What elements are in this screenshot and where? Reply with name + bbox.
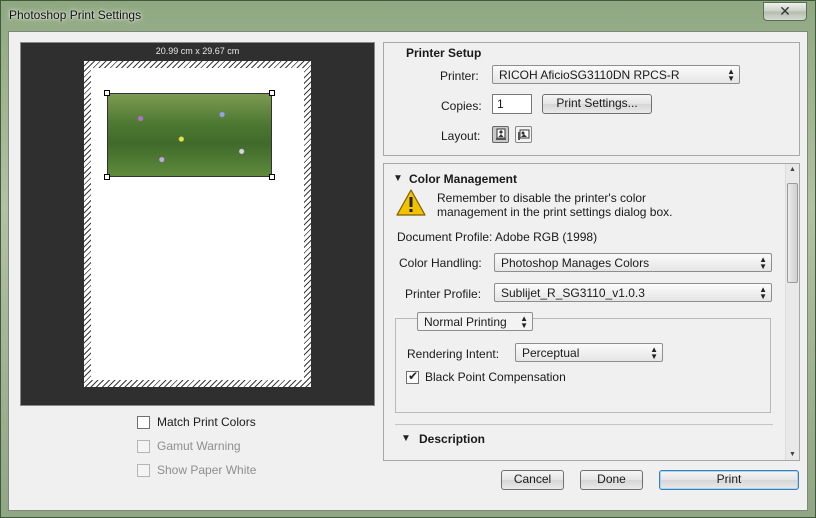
printer-select[interactable]: RICOH AficioSG3110DN RPCS-R ▲ ▼: [492, 65, 740, 84]
resize-handle-tl[interactable]: [104, 90, 110, 96]
scroll-up-icon[interactable]: ▲: [789, 166, 796, 173]
printer-label: Printer:: [440, 69, 479, 83]
color-handling-select[interactable]: Photoshop Manages Colors ▲ ▼: [494, 253, 772, 272]
image-preview[interactable]: [107, 93, 272, 177]
show-paper-white-checkbox: [137, 463, 150, 477]
black-point-label: Black Point Compensation: [425, 370, 566, 384]
print-preview: 20.99 cm x 29.67 cm: [20, 42, 375, 406]
gamut-warning-option: Gamut Warning: [137, 439, 241, 453]
rendering-intent-value: Perceptual: [522, 346, 580, 360]
updown-arrow-icon: ▲ ▼: [650, 345, 658, 361]
updown-arrow-icon: ▲ ▼: [727, 67, 735, 83]
collapse-triangle-icon[interactable]: ▼: [393, 173, 403, 184]
description-title[interactable]: Description: [419, 432, 485, 446]
layout-landscape-button[interactable]: [515, 126, 532, 143]
updown-arrow-icon: ▲ ▼: [520, 314, 528, 330]
checkmark-icon: ✔: [408, 368, 419, 383]
show-paper-white-label: Show Paper White: [157, 463, 257, 477]
cancel-button[interactable]: Cancel: [501, 470, 564, 490]
collapse-triangle-icon[interactable]: ▼: [401, 433, 411, 444]
warning-text-line2: management in the print settings dialog …: [437, 205, 673, 219]
resize-handle-tr[interactable]: [269, 90, 275, 96]
color-handling-value: Photoshop Manages Colors: [501, 256, 650, 270]
landscape-icon: [518, 129, 530, 140]
layout-portrait-button[interactable]: [492, 126, 509, 143]
match-print-colors-option[interactable]: Match Print Colors: [137, 415, 256, 429]
resize-handle-bl[interactable]: [104, 174, 110, 180]
color-management-panel[interactable]: ▼ Color Management Remember to disable t…: [383, 163, 800, 461]
print-mode-select[interactable]: Normal Printing ▲ ▼: [417, 312, 533, 331]
match-print-colors-checkbox[interactable]: [137, 415, 150, 429]
warning-icon: [396, 189, 426, 216]
black-point-option[interactable]: ✔ Black Point Compensation: [406, 368, 566, 384]
window-title: Photoshop Print Settings: [9, 8, 142, 22]
updown-arrow-icon: ▲ ▼: [759, 285, 767, 301]
rendering-intent-label: Rendering Intent:: [407, 347, 500, 361]
print-mode-group: [395, 318, 771, 413]
done-button[interactable]: Done: [580, 470, 643, 490]
scroll-down-icon[interactable]: ▼: [789, 451, 796, 458]
updown-arrow-icon: ▲ ▼: [759, 255, 767, 271]
copies-input[interactable]: 1: [492, 94, 532, 114]
gamut-warning-checkbox: [137, 439, 150, 453]
paper-dimensions: 20.99 cm x 29.67 cm: [155, 46, 240, 56]
printer-profile-value: Sublijet_R_SG3110_v1.0.3: [501, 286, 645, 300]
close-button[interactable]: ✕: [763, 2, 807, 21]
match-print-colors-label: Match Print Colors: [157, 415, 256, 429]
rendering-intent-select[interactable]: Perceptual ▲ ▼: [515, 343, 663, 362]
title-bar[interactable]: Photoshop Print Settings ✕: [1, 1, 815, 31]
color-handling-label: Color Handling:: [399, 256, 482, 270]
vertical-scrollbar[interactable]: ▲ ▼: [785, 164, 799, 460]
copies-label: Copies:: [441, 99, 482, 113]
layout-label: Layout:: [441, 129, 481, 143]
print-button[interactable]: Print: [659, 470, 799, 490]
color-management-title[interactable]: Color Management: [409, 172, 517, 186]
printer-setup-panel: Printer Setup Printer: RICOH AficioSG311…: [383, 42, 800, 156]
scrollbar-thumb[interactable]: [787, 183, 798, 283]
printer-setup-title: Printer Setup: [406, 46, 482, 60]
printer-profile-select[interactable]: Sublijet_R_SG3110_v1.0.3 ▲ ▼: [494, 283, 772, 302]
gamut-warning-label: Gamut Warning: [157, 439, 241, 453]
portrait-icon: [496, 128, 506, 140]
print-settings-button[interactable]: Print Settings...: [542, 94, 652, 114]
resize-handle-br[interactable]: [269, 174, 275, 180]
warning-text-line1: Remember to disable the printer's color: [437, 191, 647, 205]
show-paper-white-option: Show Paper White: [137, 463, 256, 477]
dialog-window: Photoshop Print Settings ✕ 20.99 cm x 29…: [0, 0, 816, 518]
printer-value: RICOH AficioSG3110DN RPCS-R: [499, 68, 680, 82]
section-divider: [395, 424, 773, 425]
printer-profile-label: Printer Profile:: [405, 287, 482, 301]
document-profile: Document Profile: Adobe RGB (1998): [397, 230, 598, 244]
black-point-checkbox[interactable]: ✔: [406, 368, 419, 384]
dialog-body: 20.99 cm x 29.67 cm Match Print Colors G…: [8, 31, 808, 511]
print-mode-value: Normal Printing: [424, 315, 507, 329]
